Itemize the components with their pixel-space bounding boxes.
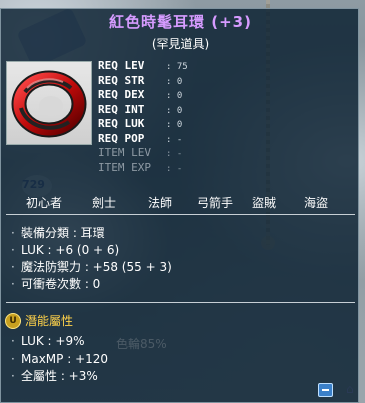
item-stats: · 裝備分類 : 耳環 · LUK : +6 (0 + 6) · 魔法防禦力 : +5… <box>11 225 172 293</box>
item-name: 紅色時髦耳環 (+3) <box>109 13 252 31</box>
divider-top <box>6 214 355 215</box>
requirements-list: REQ LEV: 75 REQ STR: 0 REQ DEX: 0 REQ IN… <box>98 59 188 175</box>
job-bowman: 弓箭手 <box>197 196 234 210</box>
stat-category: · 裝備分類 : 耳環 <box>11 226 105 240</box>
item-tooltip: 紅色時髦耳環 (+3) (罕見道具) REQ LEV: 75 REQ STR: … <box>0 8 359 403</box>
corner-icon: ⌂ <box>346 382 354 396</box>
item-rarity: (罕見道具) <box>151 37 210 51</box>
potential-stats: · LUK : +9% · MaxMP : +120 · 全屬性 : +3% <box>11 333 108 386</box>
potential-line-3: · 全屬性 : +3% <box>11 369 98 383</box>
job-list: 初心者 劍士 法師 弓箭手 盜賊 海盜 <box>1 194 360 212</box>
job-warrior: 劍士 <box>92 196 117 210</box>
req-row-item-exp: ITEM EXP: - <box>98 160 183 174</box>
req-row-str: REQ STR: 0 <box>98 73 183 87</box>
divider-bottom <box>6 302 355 303</box>
req-row-int: REQ INT: 0 <box>98 102 183 116</box>
job-thief: 盜賊 <box>252 196 277 210</box>
potential-header: U 潛能屬性 <box>5 312 73 329</box>
item-icon-frame <box>6 61 92 145</box>
potential-line-1: · LUK : +9% <box>11 334 85 348</box>
req-row-dex: REQ DEX: 0 <box>98 88 183 101</box>
stat-magic-defense: · 魔法防禦力 : +58 (55 + 3) <box>11 260 172 274</box>
req-row-lev: REQ LEV: 75 <box>98 59 188 72</box>
req-row-luk: REQ LUK: 0 <box>98 117 183 130</box>
minimize-button[interactable] <box>318 383 333 397</box>
potential-icon: U <box>5 312 21 329</box>
background-ghost-text: 色輪85% <box>116 337 167 351</box>
red-ring-earring-icon <box>11 70 87 138</box>
stat-luk: · LUK : +6 (0 + 6) <box>11 243 120 257</box>
stat-upgrade-slots: · 可衝卷次數 : 0 <box>11 277 101 291</box>
req-row-item-lev: ITEM LEV: - <box>98 146 183 159</box>
potential-line-2: · MaxMP : +120 <box>11 351 109 366</box>
req-row-pop: REQ POP: - <box>98 131 183 145</box>
job-pirate: 海盜 <box>304 196 329 210</box>
job-beginner: 初心者 <box>26 196 63 210</box>
job-magician: 法師 <box>148 196 173 210</box>
